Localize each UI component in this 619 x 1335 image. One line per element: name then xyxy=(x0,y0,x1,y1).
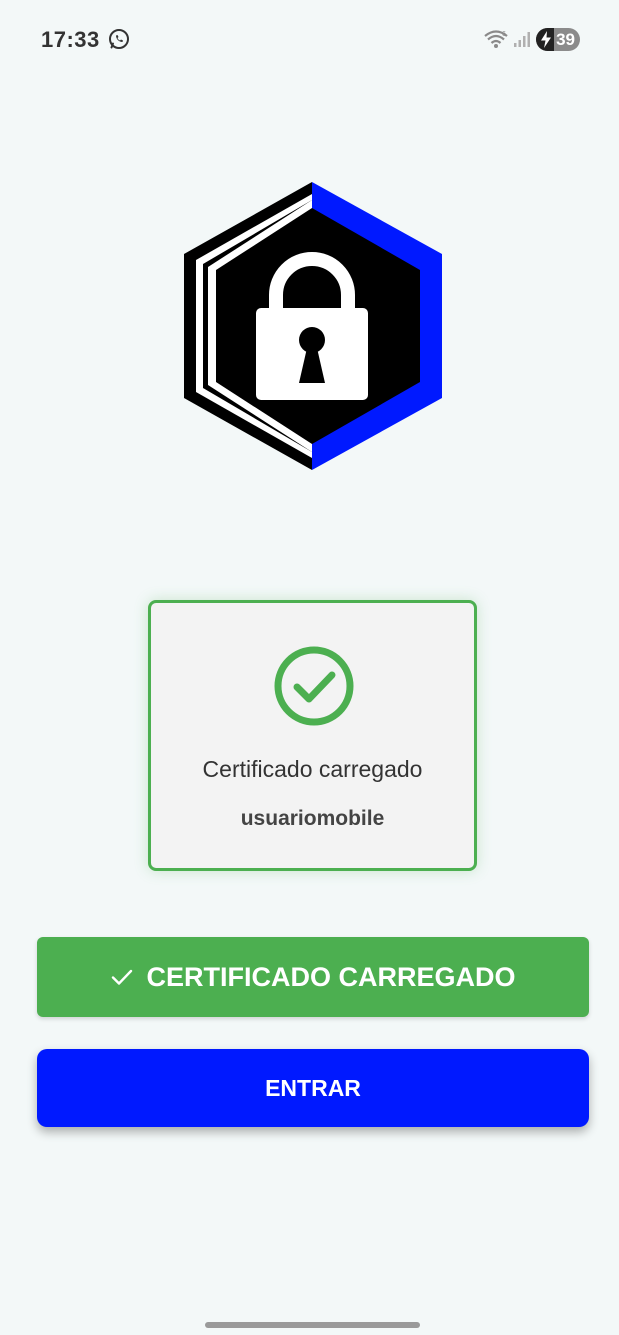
charging-bolt-icon xyxy=(541,31,551,48)
svg-text:6: 6 xyxy=(502,31,506,38)
padlock-hexagon-logo xyxy=(184,182,442,470)
certificate-username: usuariomobile xyxy=(240,807,385,830)
battery-level: 39 xyxy=(556,30,575,49)
signal-icon xyxy=(514,32,530,47)
check-icon xyxy=(111,969,132,985)
status-time: 17:33 xyxy=(41,27,100,52)
battery-icon: 39 xyxy=(536,28,580,51)
certificate-status-card: Certificado carregado usuariomobile xyxy=(148,600,477,871)
enter-button[interactable]: ENTRAR xyxy=(37,1049,589,1127)
enter-button-label: ENTRAR xyxy=(265,1074,361,1101)
wifi-icon: 6 xyxy=(484,30,508,48)
certificate-loaded-button-label: CERTIFICADO CARREGADO xyxy=(146,961,516,992)
status-bar: 17:33 6 39 xyxy=(0,0,619,80)
home-indicator[interactable] xyxy=(205,1322,420,1328)
whatsapp-icon xyxy=(109,29,129,49)
check-circle-icon xyxy=(274,646,354,726)
certificate-status-text: Certificado carregado xyxy=(202,756,423,782)
certificate-loaded-button[interactable]: CERTIFICADO CARREGADO xyxy=(37,937,589,1017)
